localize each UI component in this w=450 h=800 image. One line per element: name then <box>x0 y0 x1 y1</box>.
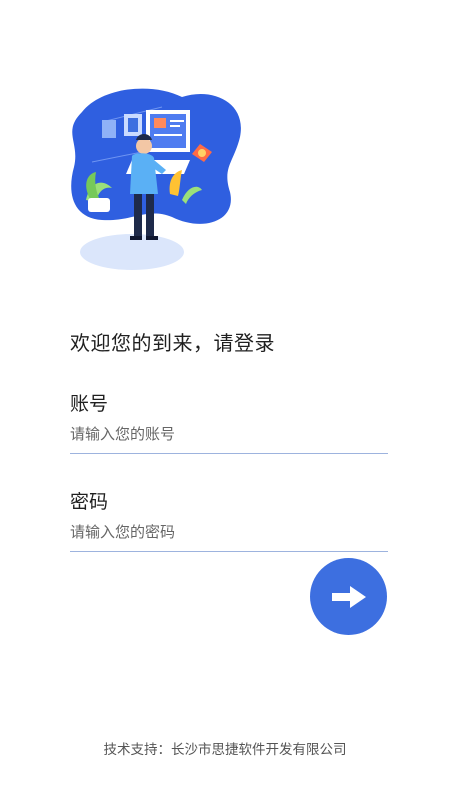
account-input[interactable] <box>70 419 388 449</box>
account-underline <box>70 453 388 454</box>
password-underline <box>70 551 388 552</box>
arrow-right-icon <box>331 585 366 608</box>
account-label: 账号 <box>70 393 109 415</box>
footer-support-text: 技术支持：长沙市思捷软件开发有限公司 <box>103 742 347 758</box>
welcome-title: 欢迎您的到来，请登录 <box>70 331 275 355</box>
login-submit-button[interactable] <box>310 558 387 635</box>
password-label: 密码 <box>70 491 109 513</box>
password-input[interactable] <box>70 517 388 547</box>
login-illustration <box>71 88 241 270</box>
